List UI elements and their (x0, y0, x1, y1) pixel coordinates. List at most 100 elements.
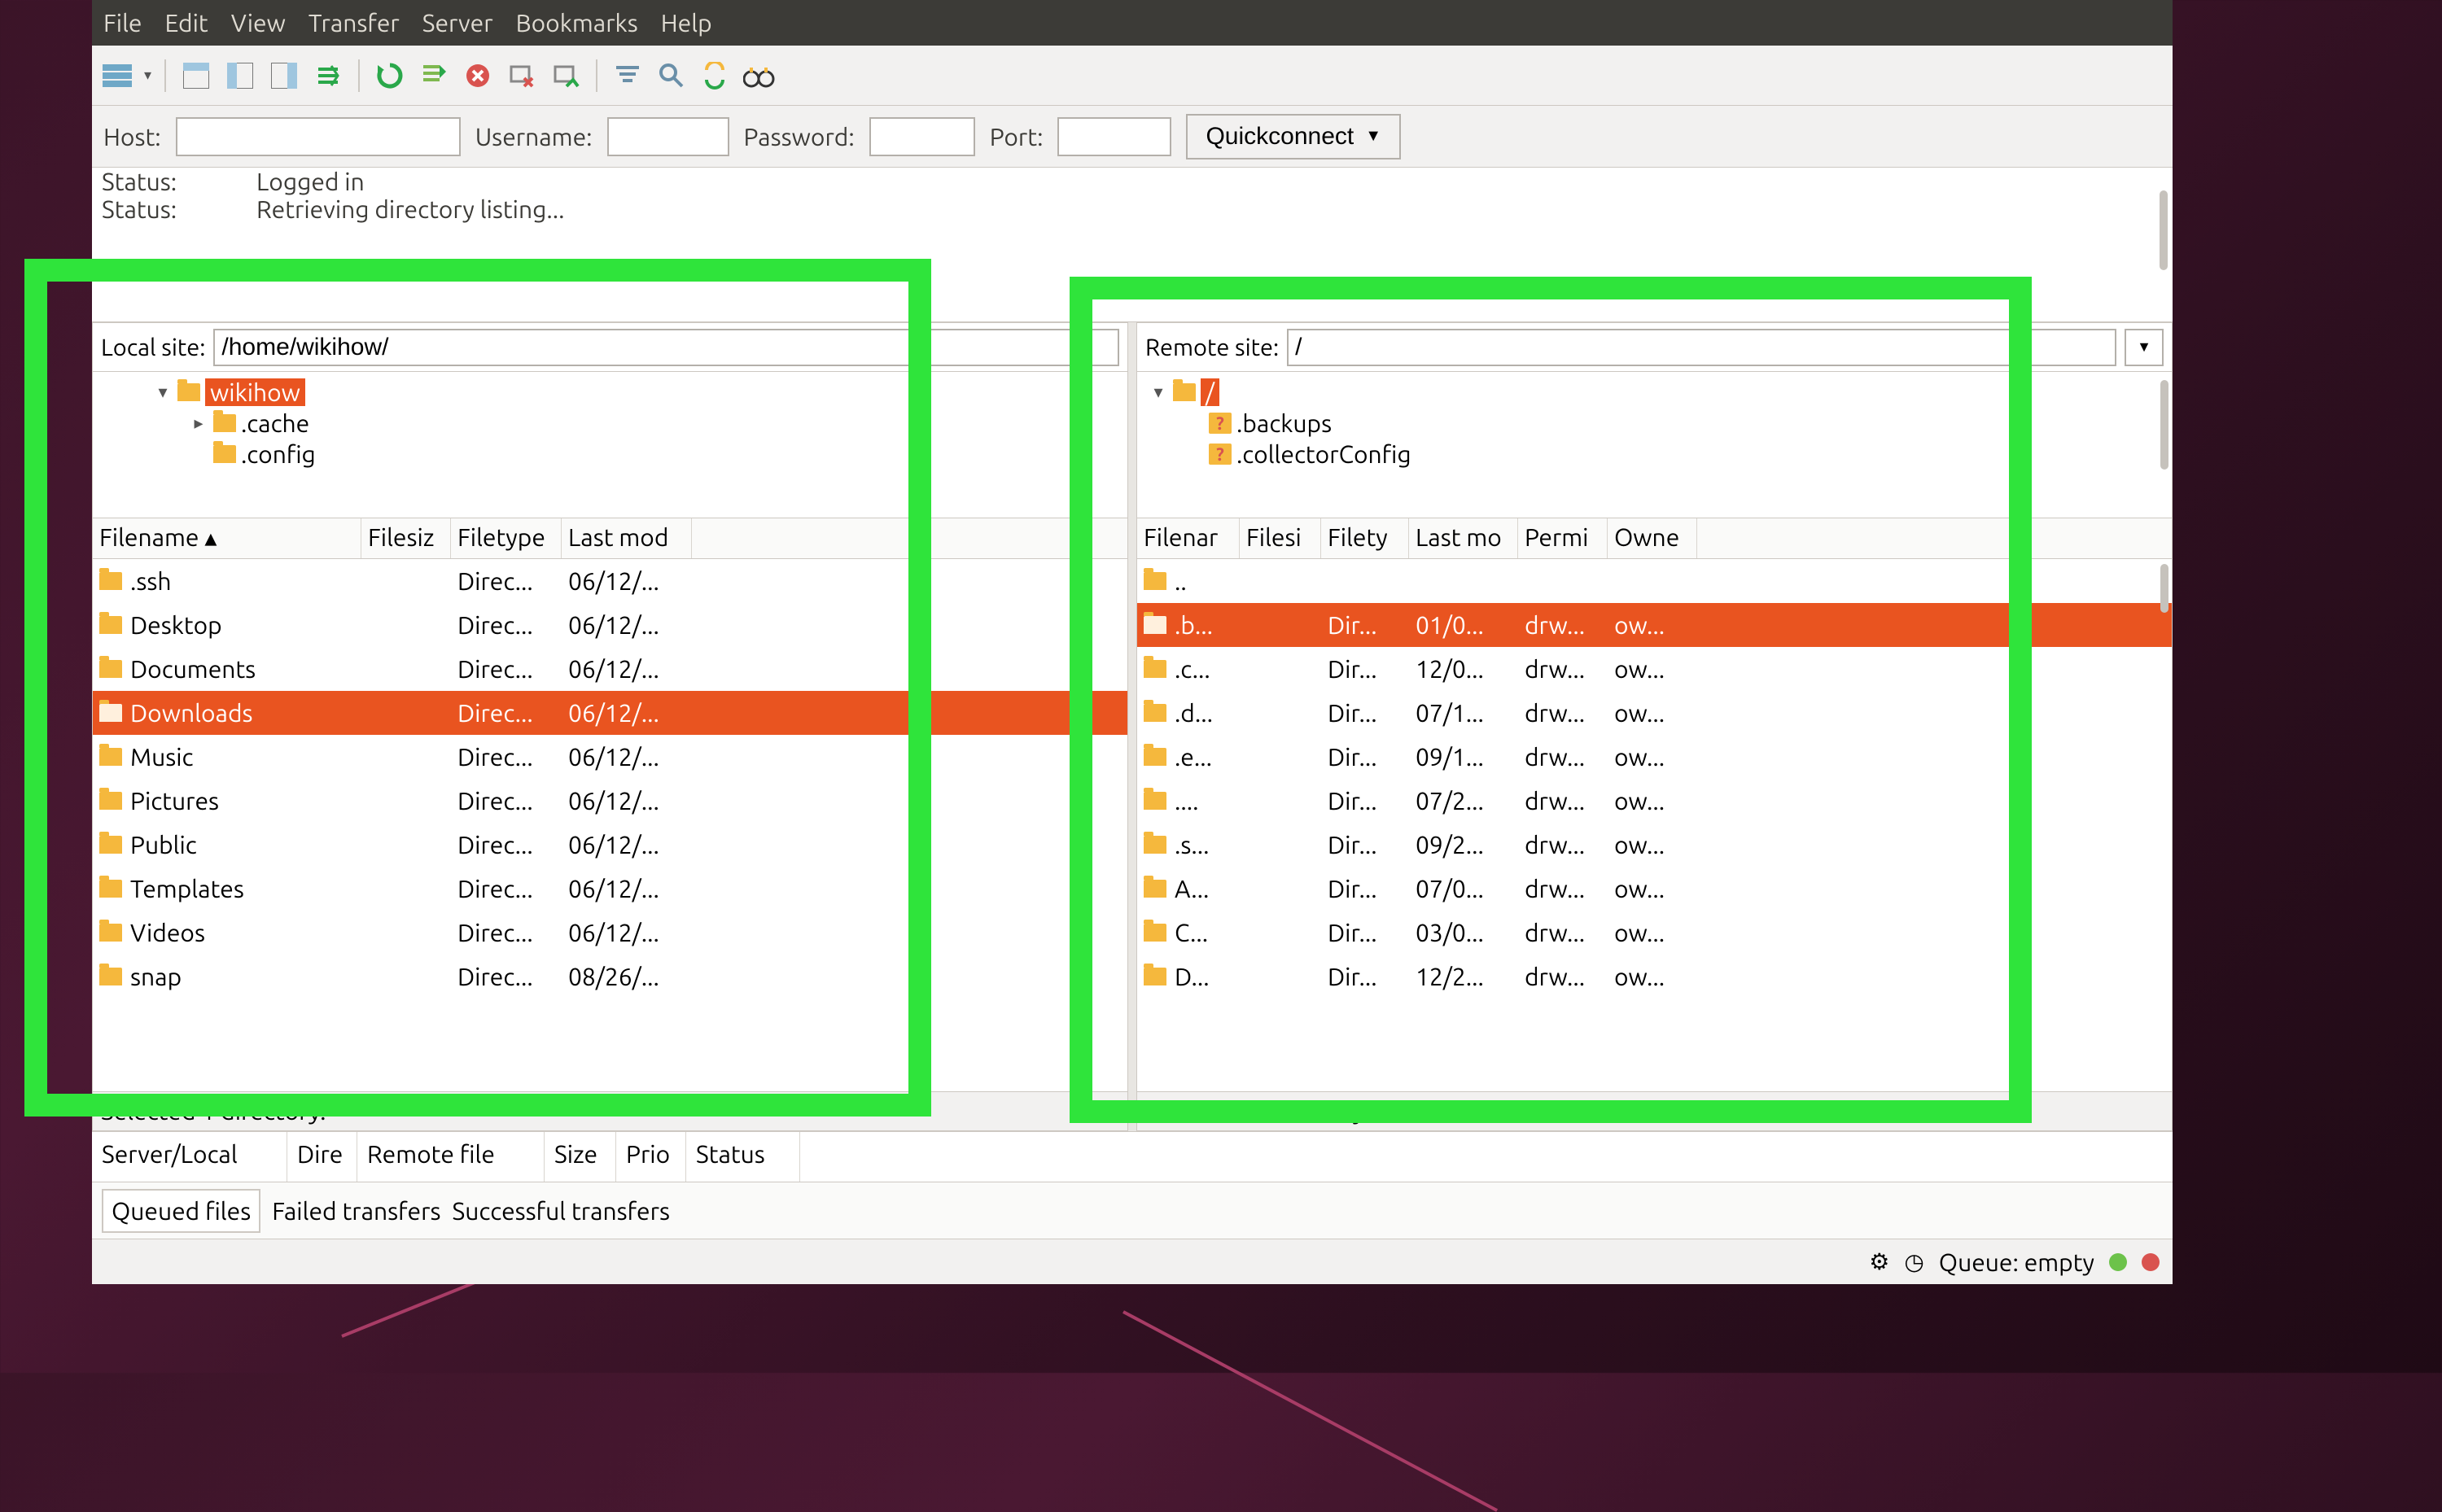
remote-pathbar: Remote site: ▼ (1137, 323, 2172, 372)
file-row[interactable]: .b...Dir...01/0...drw...ow... (1137, 603, 2172, 647)
menu-bookmarks[interactable]: Bookmarks (516, 9, 638, 37)
col-size[interactable]: Size (545, 1132, 616, 1182)
clock-icon[interactable]: ◷ (1904, 1248, 1923, 1275)
col-lastmod[interactable]: Last mod (562, 518, 692, 558)
tree-item[interactable]: ▾/ (1137, 377, 2172, 408)
vertical-splitter[interactable] (1128, 322, 1136, 1131)
folder-icon (1144, 880, 1166, 898)
col-remote-file[interactable]: Remote file (357, 1132, 545, 1182)
tree-item[interactable]: ?.backups (1137, 408, 2172, 439)
folder-icon (1144, 748, 1166, 766)
col-priority[interactable]: Prio (616, 1132, 686, 1182)
file-row[interactable]: .d...Dir...07/1...drw...ow... (1137, 691, 2172, 735)
file-row[interactable]: .s...Dir...09/2...drw...ow... (1137, 823, 2172, 867)
toggle-queue-icon[interactable] (311, 59, 345, 93)
permissions-label: drw... (1518, 699, 1608, 727)
site-manager-icon[interactable] (100, 59, 134, 93)
local-file-list[interactable]: .sshDirec...06/12/...DesktopDirec...06/1… (93, 559, 1127, 1091)
port-input[interactable] (1057, 117, 1171, 156)
remote-file-list[interactable]: .. .b...Dir...01/0...drw...ow....c...Dir.… (1137, 559, 2172, 1091)
menu-view[interactable]: View (231, 9, 286, 37)
remote-tree[interactable]: ▾/?.backups?.collectorConfig (1137, 372, 2172, 518)
file-row[interactable]: ....Dir...07/2...drw...ow... (1137, 779, 2172, 823)
tree-item[interactable]: ▸.cache (93, 408, 1127, 439)
indicator-green-icon (2109, 1253, 2127, 1271)
col-status[interactable]: Status (686, 1132, 800, 1182)
file-row[interactable]: .c...Dir...12/0...drw...ow... (1137, 647, 2172, 691)
twisty-icon[interactable]: ▾ (153, 382, 173, 403)
tab-queued-files[interactable]: Queued files (102, 1189, 260, 1233)
compare-icon[interactable] (742, 59, 777, 93)
col-filetype[interactable]: Filety (1321, 518, 1409, 558)
password-input[interactable] (869, 117, 975, 156)
remote-site-dropdown[interactable]: ▼ (2125, 329, 2164, 366)
reconnect-icon[interactable] (549, 59, 583, 93)
toggle-tree-icon[interactable] (223, 59, 257, 93)
quickconnect-button[interactable]: Quickconnect ▼ (1186, 114, 1401, 160)
menu-edit[interactable]: Edit (165, 9, 208, 37)
col-server-local[interactable]: Server/Local (92, 1132, 287, 1182)
file-row[interactable]: DesktopDirec...06/12/... (93, 603, 1127, 647)
menu-transfer[interactable]: Transfer (309, 9, 400, 37)
remote-selection-label: Selected 1 directory. (1137, 1091, 2172, 1130)
folder-icon (1144, 704, 1166, 722)
folder-icon (1173, 383, 1196, 401)
file-row[interactable]: PicturesDirec...06/12/... (93, 779, 1127, 823)
col-owner[interactable]: Owne (1608, 518, 1697, 558)
col-filesize[interactable]: Filesiz (361, 518, 451, 558)
search-icon[interactable] (654, 59, 689, 93)
col-filesize[interactable]: Filesi (1240, 518, 1321, 558)
toggle-remote-tree-icon[interactable] (267, 59, 301, 93)
remote-site-input[interactable] (1287, 329, 2116, 366)
scrollbar[interactable] (2160, 190, 2168, 270)
col-permissions[interactable]: Permi (1518, 518, 1608, 558)
refresh-icon[interactable] (373, 59, 407, 93)
tab-failed-transfers[interactable]: Failed transfers (272, 1197, 440, 1225)
filename-label: .. (1175, 567, 1187, 595)
host-input[interactable] (176, 117, 461, 156)
process-queue-icon[interactable] (417, 59, 451, 93)
file-row[interactable]: C...Dir...03/0...drw...ow... (1137, 911, 2172, 955)
col-direction[interactable]: Dire (287, 1132, 357, 1182)
filter-icon[interactable] (610, 59, 645, 93)
file-row[interactable]: A...Dir...07/0...drw...ow... (1137, 867, 2172, 911)
tree-item-label: .backups (1236, 409, 1332, 437)
menu-file[interactable]: File (103, 9, 142, 37)
gear-icon[interactable]: ⚙ (1869, 1248, 1889, 1275)
file-row[interactable]: DocumentsDirec...06/12/... (93, 647, 1127, 691)
file-row[interactable]: .e...Dir...09/1...drw...ow... (1137, 735, 2172, 779)
file-row[interactable]: PublicDirec...06/12/... (93, 823, 1127, 867)
file-row[interactable]: TemplatesDirec...06/12/... (93, 867, 1127, 911)
col-filetype[interactable]: Filetype (451, 518, 562, 558)
local-tree[interactable]: ▾ wikihow▸.cache.config (93, 372, 1127, 518)
file-row[interactable]: .sshDirec...06/12/... (93, 559, 1127, 603)
twisty-icon[interactable]: ▾ (1149, 382, 1168, 403)
col-filename[interactable]: Filenar (1137, 518, 1240, 558)
file-row[interactable]: DownloadsDirec...06/12/... (93, 691, 1127, 735)
col-filename[interactable]: Filename ▴ (93, 518, 361, 558)
menu-help[interactable]: Help (661, 9, 712, 37)
tree-item[interactable]: ?.collectorConfig (1137, 439, 2172, 470)
menu-server[interactable]: Server (422, 9, 493, 37)
cancel-icon[interactable] (461, 59, 495, 93)
file-row[interactable]: .. (1137, 559, 2172, 603)
file-row[interactable]: MusicDirec...06/12/... (93, 735, 1127, 779)
tree-item[interactable]: .config (93, 439, 1127, 470)
local-site-input[interactable] (213, 329, 1119, 366)
file-row[interactable]: D...Dir...12/2...drw...ow... (1137, 955, 2172, 999)
toggle-log-icon[interactable] (179, 59, 213, 93)
folder-icon (1144, 792, 1166, 810)
tree-item[interactable]: ▾ wikihow (93, 377, 1127, 408)
scrollbar[interactable] (2160, 564, 2168, 613)
tree-item-label: wikihow (205, 378, 305, 406)
file-row[interactable]: VideosDirec...06/12/... (93, 911, 1127, 955)
tab-successful-transfers[interactable]: Successful transfers (453, 1197, 671, 1225)
scrollbar[interactable] (2160, 380, 2168, 470)
col-lastmod[interactable]: Last mo (1409, 518, 1518, 558)
username-input[interactable] (607, 117, 729, 156)
file-row[interactable]: snapDirec...08/26/... (93, 955, 1127, 999)
sync-browse-icon[interactable] (698, 59, 733, 93)
filetype-label: Dir... (1321, 611, 1409, 639)
twisty-icon[interactable]: ▸ (189, 413, 208, 434)
disconnect-icon[interactable] (505, 59, 539, 93)
